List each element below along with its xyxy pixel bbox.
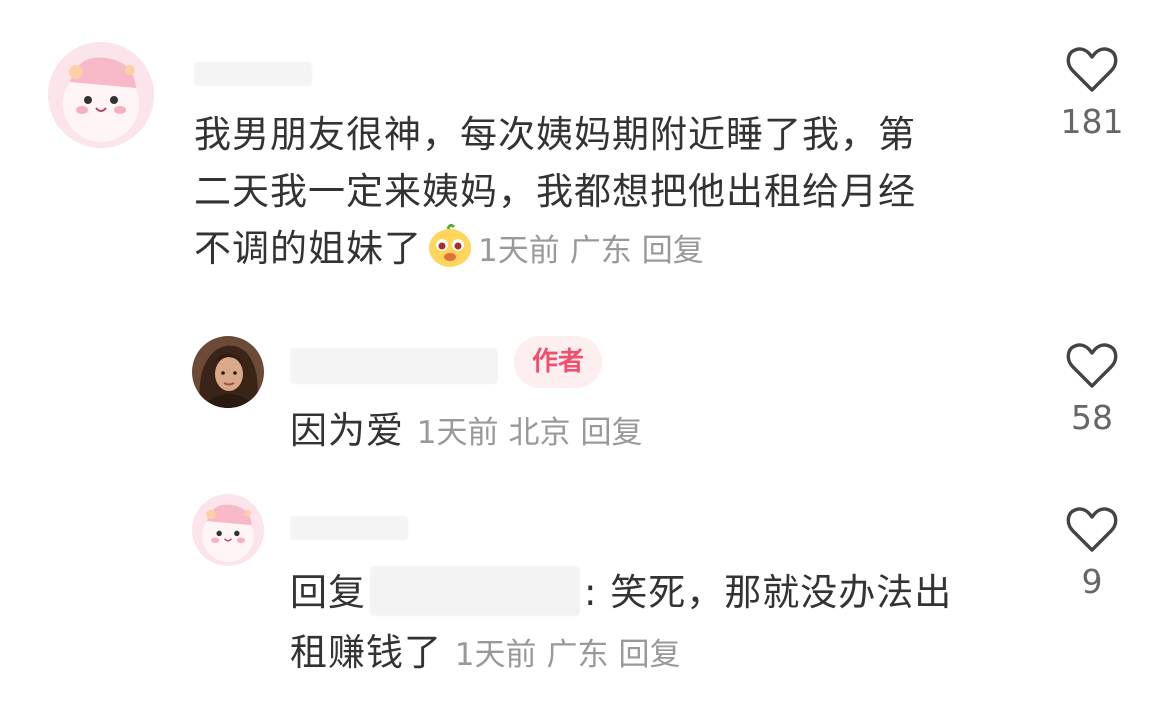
photo-avatar-icon bbox=[192, 336, 264, 408]
reply-prefix: 回复 bbox=[290, 571, 366, 614]
username-redacted[interactable] bbox=[194, 62, 312, 86]
happy-face-emoji-icon bbox=[426, 221, 474, 269]
like-count: 58 bbox=[1071, 398, 1113, 437]
cartoon-avatar-icon bbox=[192, 494, 264, 566]
cartoon-avatar-icon bbox=[48, 42, 154, 148]
comment-location: 广东 bbox=[546, 636, 609, 673]
mentioned-user-redacted[interactable] bbox=[370, 565, 580, 616]
like-count: 9 bbox=[1081, 562, 1103, 601]
comment-location: 广东 bbox=[569, 233, 632, 269]
username-redacted[interactable] bbox=[290, 348, 498, 384]
author-badge: 作者 bbox=[514, 336, 603, 388]
reply-button[interactable]: 回复 bbox=[642, 233, 704, 269]
like-button[interactable]: 9 bbox=[1042, 506, 1142, 601]
avatar[interactable] bbox=[192, 494, 264, 566]
avatar[interactable] bbox=[192, 336, 264, 408]
avatar[interactable] bbox=[48, 42, 154, 148]
comment-meta: 1天前 广东 回复 bbox=[478, 233, 714, 269]
reply-button[interactable]: 回复 bbox=[619, 637, 681, 673]
comment-location: 北京 bbox=[508, 415, 571, 451]
comment-time: 1天前 bbox=[416, 415, 499, 451]
comment-time: 1天前 bbox=[478, 233, 560, 269]
comment-text: 回复: 笑死，那就没办法出 租赚钱了 1天前 广东 回复 bbox=[290, 564, 1020, 684]
like-button[interactable]: 58 bbox=[1042, 342, 1142, 437]
comment-meta: 1天前 广东 回复 bbox=[455, 637, 691, 673]
like-button[interactable]: 181 bbox=[1042, 46, 1142, 141]
comment-meta: 1天前 北京 回复 bbox=[417, 415, 653, 451]
comment-text: 因为爱 1天前 北京 回复 bbox=[290, 402, 1010, 462]
username-redacted[interactable] bbox=[290, 516, 408, 540]
heart-outline-icon bbox=[1066, 507, 1118, 552]
heart-outline-icon bbox=[1066, 47, 1118, 92]
like-count: 181 bbox=[1060, 102, 1124, 141]
reply-button[interactable]: 回复 bbox=[581, 415, 643, 451]
comment-time: 1天前 bbox=[454, 636, 537, 673]
comment-text: 我男朋友很神，每次姨妈期附近睡了我，第 二天我一定来姨妈，我都想把他出租给月经 … bbox=[194, 113, 916, 270]
heart-outline-icon bbox=[1066, 343, 1118, 388]
